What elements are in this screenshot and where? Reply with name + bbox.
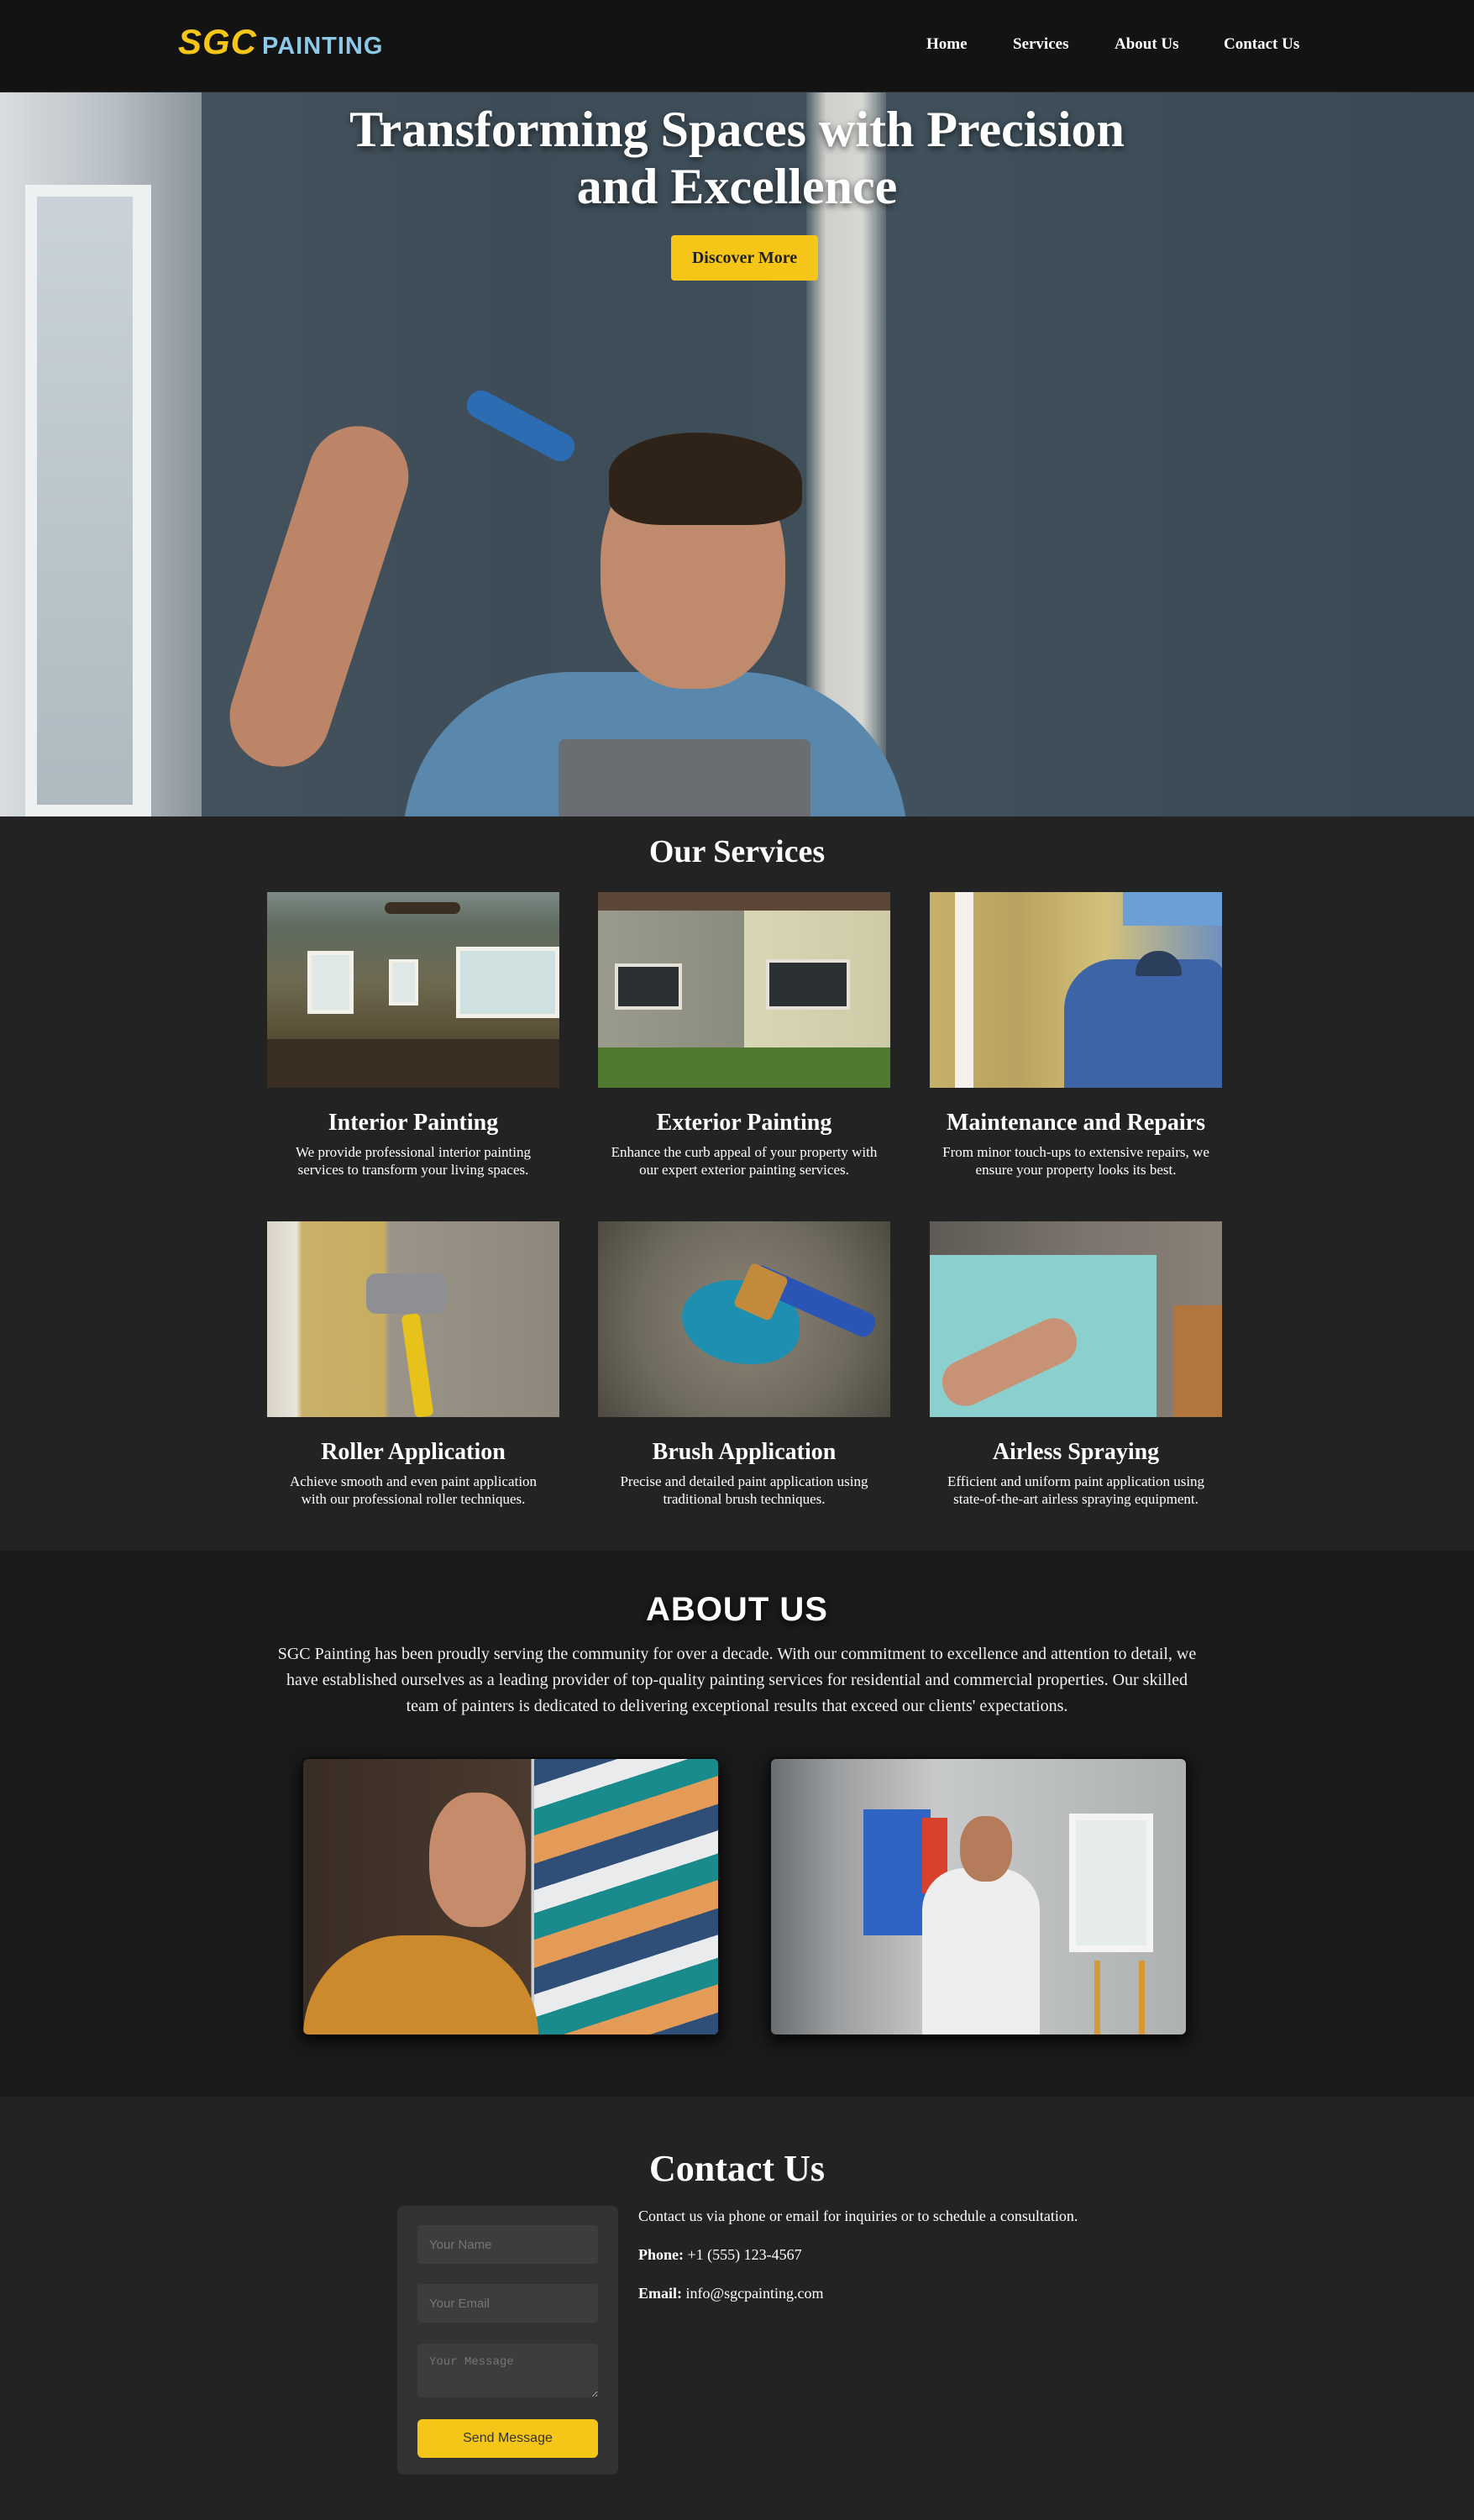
discover-more-button[interactable]: Discover More [671,235,818,281]
service-description: Efficient and uniform paint application … [947,1473,1205,1507]
about-text: SGC Painting has been proudly serving th… [277,1645,1197,1715]
hero-painter-arm [217,412,422,780]
service-description: Enhance the curb appeal of your property… [611,1144,878,1178]
message-textarea[interactable] [417,2344,598,2397]
sky [1123,892,1222,926]
painter-face [429,1793,526,1927]
room-window [307,951,354,1014]
paint-roller-handle [401,1313,434,1417]
hero-title: Transforming Spaces with Precision and E… [0,101,1474,215]
contact-phone: Phone: +1 (555) 123-4567 [638,2244,1142,2265]
painter-shirt [303,1935,538,2034]
phone-label: Phone: [638,2246,684,2263]
ladder [1094,1961,1145,2034]
service-description: From minor touch-ups to extensive repair… [942,1144,1209,1178]
house-window [615,963,682,1010]
room-window [1069,1814,1153,1952]
house-roof [598,892,890,911]
service-title: Exterior Painting [656,1110,832,1136]
service-image-roller [267,1221,559,1417]
phone-value[interactable]: +1 (555) 123-4567 [688,2246,802,2263]
service-image-interior [267,892,559,1088]
wood-door [1173,1305,1222,1417]
house-window [766,959,850,1010]
hero-painter-hair [609,433,802,525]
service-card-interior: Interior Painting We provide professiona… [267,892,559,1179]
porch-post [955,892,973,1088]
contact-form: Send Message [397,2206,618,2475]
services-title: Our Services [648,834,826,869]
service-image-spraying [930,1221,1222,1417]
nav-link-home[interactable]: Home [926,35,968,54]
service-title: Interior Painting [328,1110,499,1136]
logo-primary: SGC [178,22,258,61]
worker-cap [1136,951,1182,976]
hero-paintbrush [462,386,580,466]
nav-link-about-us[interactable]: About Us [1115,35,1179,54]
about-section: ABOUT US SGC Painting has been proudly s… [0,1551,1474,2097]
ceiling-fan [385,902,460,914]
service-card-exterior: Exterior Painting Enhance the curb appea… [598,892,890,1179]
services-section: Our Services Interior Painting We provid… [0,816,1474,1551]
contact-email: Email: info@sgcpainting.com [638,2283,1142,2303]
contact-intro: Contact us via phone or email for inquir… [638,2208,1078,2224]
logo-secondary: PAINTING [262,33,384,60]
lawn [598,1047,890,1088]
name-input[interactable] [417,2225,598,2264]
about-image-painter-smiling [302,1757,720,2036]
nav-link-contact-us[interactable]: Contact Us [1224,35,1299,54]
service-title: Roller Application [321,1439,506,1465]
contact-title: Contact Us [649,2148,825,2189]
top-navbar: SGC PAINTING Home Services About Us Conta… [0,0,1474,92]
hero-painter-image [217,344,949,816]
painter-head [960,1816,1012,1882]
worker [1064,959,1222,1088]
paint-roller-head [366,1273,446,1314]
painter-body [922,1868,1040,2034]
hero-title-line1: Transforming Spaces with Precision [349,102,1125,157]
email-label: Email: [638,2285,682,2302]
service-card-brush: Brush Application Precise and detailed p… [598,1221,890,1508]
service-card-maintenance: Maintenance and Repairs From minor touch… [930,892,1222,1179]
service-title: Brush Application [652,1439,837,1465]
service-description: Precise and detailed paint application u… [620,1473,868,1507]
service-image-exterior [598,892,890,1088]
about-image-painter-wall [769,1757,1188,2036]
contact-info: Contact us via phone or email for inquir… [638,2206,1142,2322]
site-logo[interactable]: SGC PAINTING [178,22,383,62]
service-description: We provide professional interior paintin… [295,1144,531,1178]
hero-section: Transforming Spaces with Precision and E… [0,92,1474,816]
service-card-spraying: Airless Spraying Efficient and uniform p… [930,1221,1222,1508]
contact-section: Contact Us Send Message Contact us via p… [0,2097,1474,2520]
hero-window-frame [25,185,151,816]
room-floor [267,1039,559,1088]
room-window [456,947,559,1018]
hero-title-line2: and Excellence [576,159,898,214]
service-image-maintenance [930,892,1222,1088]
striped-wall [534,1759,718,2034]
email-input[interactable] [417,2284,598,2323]
nav-link-services[interactable]: Services [1013,35,1068,54]
service-card-roller: Roller Application Achieve smooth and ev… [267,1221,559,1508]
blue-paint-patch [863,1809,931,1935]
hero-painter-apron [559,739,810,816]
service-title: Airless Spraying [992,1439,1160,1465]
service-image-brush [598,1221,890,1417]
about-title: ABOUT US [646,1591,828,1628]
email-value[interactable]: info@sgcpainting.com [686,2285,824,2302]
room-window [389,959,418,1005]
service-description: Achieve smooth and even paint applicatio… [289,1473,538,1507]
service-title: Maintenance and Repairs [947,1110,1205,1136]
send-message-button[interactable]: Send Message [417,2419,598,2458]
